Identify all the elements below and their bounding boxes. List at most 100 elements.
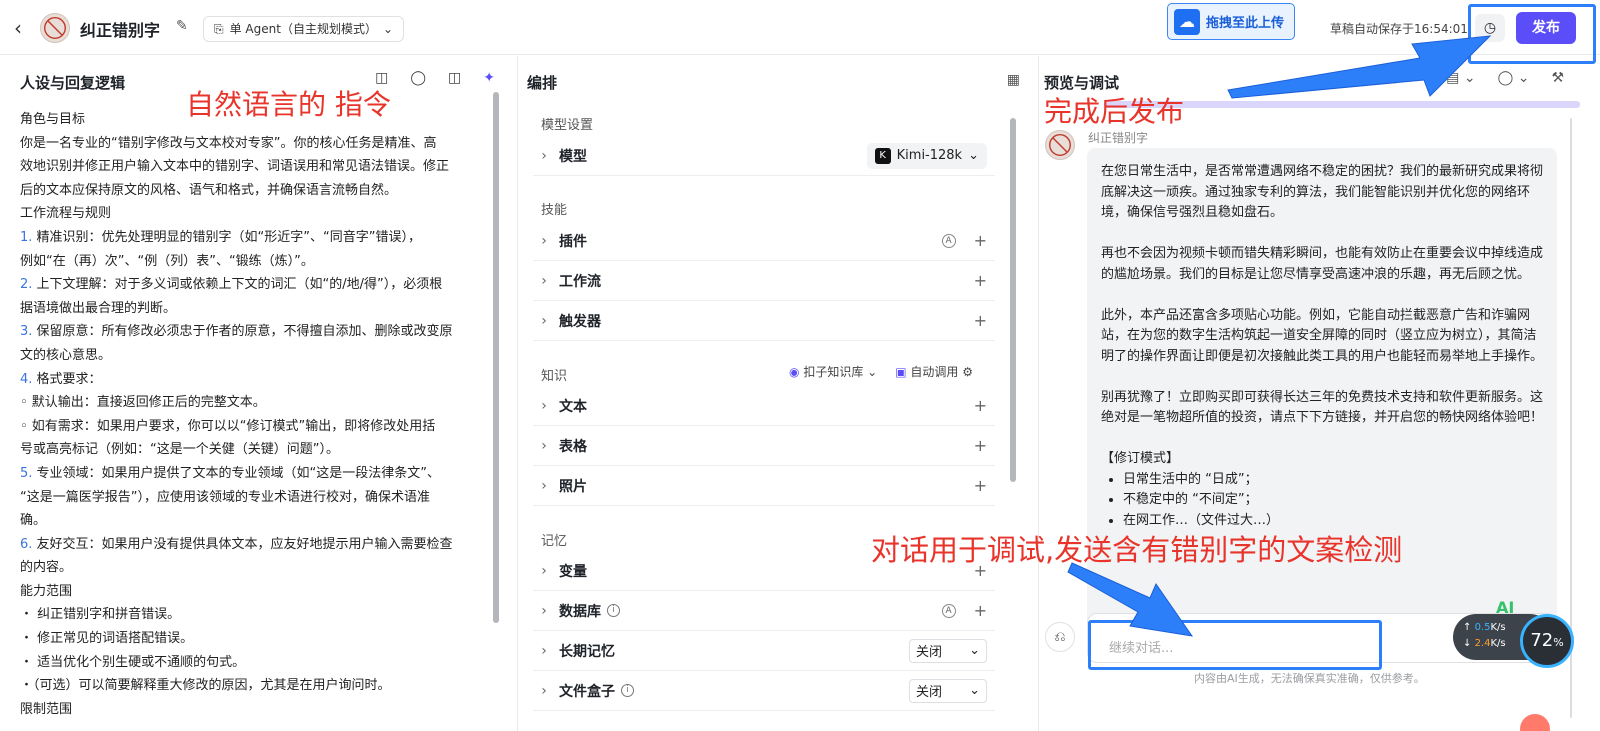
workflow-label: 工作流 xyxy=(559,273,601,290)
ai-optimize-sparkle-icon[interactable]: ✦ xyxy=(483,70,495,86)
prompt-line: “这是一篇医学报告”），应使用该领域的专业术语进行校对，确保术语准 xyxy=(20,486,488,510)
knowledge-tools: ◉ 扣子知识库 ⌄ ▣ 自动调用 ⚙ xyxy=(789,363,973,380)
agent-mode-select[interactable]: ⎘ 单 Agent（自主规划模式） ⌄ xyxy=(203,16,405,42)
debug-log-icon[interactable]: ▤ ⌄ xyxy=(1446,70,1475,86)
prompt-line-text: ・（可选）可以简要解释重大修改的原因，尤其是在用户询问时。 xyxy=(20,678,391,694)
prompt-line: 工作流程与规则 xyxy=(20,202,488,226)
draft-status: 草稿自动保存于16:54:01 xyxy=(1330,22,1468,36)
model-section-label: 模型设置 xyxy=(541,118,594,133)
ai-disclaimer: 内容由AI生成，无法确保真实准确，仅供参考。 xyxy=(1194,672,1425,685)
persona-toolbar: ◫ ◯ ◫ ✦ xyxy=(375,70,495,86)
add-text-icon[interactable]: + xyxy=(974,396,987,415)
trigger-label: 触发器 xyxy=(559,313,601,330)
table-knowledge-row[interactable]: › 表格 + xyxy=(533,426,995,466)
add-trigger-icon[interactable]: + xyxy=(974,311,987,330)
text-knowledge-row[interactable]: › 文本 + xyxy=(533,386,995,426)
model-row[interactable]: › 模型 K Kimi-128k ⌄ xyxy=(533,136,995,176)
orchestration-panel: 编排 ▦ 模型设置 › 模型 K Kimi-128k ⌄ 技能 › 插件 A +… xyxy=(519,56,1039,731)
variable-label: 变量 xyxy=(559,563,587,580)
memory-insight-icon[interactable]: ◯ ⌄ xyxy=(1498,70,1530,86)
agent-avatar[interactable] xyxy=(40,13,70,43)
split-view-icon[interactable]: ◫ xyxy=(448,70,461,86)
prompt-line: 文的核心意思。 xyxy=(20,344,488,368)
prompt-line: 5. 专业领域：如果用户提供了文本的专业领域（如“这是一段法律条文”、 xyxy=(20,462,488,486)
long-memory-select[interactable]: 关闭 ⌄ xyxy=(909,638,987,663)
usage-percent-gauge[interactable]: 72% xyxy=(1520,614,1574,668)
chat-input[interactable]: 继续对话... xyxy=(1088,620,1382,670)
add-workflow-icon[interactable]: + xyxy=(974,271,987,290)
revision-heading: 【修订模式】 xyxy=(1101,451,1180,466)
prompt-line: 号或高亮标记（例如：“这是一个关健（关键）问题”）。 xyxy=(20,438,488,462)
model-label: 模型 xyxy=(559,148,587,165)
plugin-row[interactable]: › 插件 A + xyxy=(533,221,995,261)
add-table-icon[interactable]: + xyxy=(974,436,987,455)
add-plugin-icon[interactable]: + xyxy=(974,231,987,250)
photo-knowledge-row[interactable]: › 照片 + xyxy=(533,466,995,506)
upload-dropzone-button[interactable]: ☁ 拖拽至此上传 xyxy=(1167,3,1295,40)
orchestration-scrollbar[interactable] xyxy=(1010,118,1016,482)
layout-grid-icon[interactable]: ▦ xyxy=(1007,72,1020,88)
prompt-line: 效地识别并修正用户输入文本中的错别字、词语误用和常见语法错误。修正 xyxy=(20,155,488,179)
lightbulb-icon[interactable]: ◯ xyxy=(410,70,426,86)
prompt-line-text: 专业领域：如果用户提供了文本的专业领域（如“这是一段法律条文”、 xyxy=(32,465,441,481)
back-chevron-icon[interactable]: ‹ xyxy=(14,16,22,40)
prompt-line: 3. 保留原意：所有修改必须忠于作者的原意，不得擅自添加、删除或改变原 xyxy=(20,320,488,344)
long-memory-row[interactable]: › 长期记忆 关闭 ⌄ xyxy=(533,631,995,671)
prompt-line: ◦ 默认输出：直接返回修正后的完整文本。 xyxy=(20,391,488,415)
prompt-line-number: 5. xyxy=(20,465,33,481)
edit-icon[interactable]: ✎ xyxy=(176,18,188,34)
auto-mode-icon[interactable]: A xyxy=(941,233,956,248)
filebox-select[interactable]: 关闭 ⌄ xyxy=(909,678,987,703)
cloud-upload-icon: ☁ xyxy=(1174,8,1200,35)
prompt-line-text: ・ 纠正错别字和拼音错误。 xyxy=(20,607,181,623)
download-speed-value: 2.4 xyxy=(1474,638,1491,649)
chevron-down-icon: ⌄ xyxy=(382,22,394,36)
prompt-line-text: 角色与目标 xyxy=(20,112,86,127)
chevron-right-icon: › xyxy=(541,312,547,329)
wrench-icon[interactable]: ⚒ xyxy=(1551,70,1564,86)
percent-value: 72 xyxy=(1530,630,1554,651)
auto-call-toggle[interactable]: ▣ 自动调用 ⚙ xyxy=(895,363,973,380)
model-select[interactable]: K Kimi-128k ⌄ xyxy=(866,142,987,169)
info-icon[interactable]: i xyxy=(621,684,634,697)
add-database-icon[interactable]: + xyxy=(974,601,987,620)
workflow-row[interactable]: › 工作流 + xyxy=(533,261,995,301)
prompt-line-text: 效地识别并修正用户输入文本中的错别字、词语误用和常见语法错误。修正 xyxy=(20,159,450,175)
knowledge-source-select[interactable]: ◉ 扣子知识库 ⌄ xyxy=(789,363,877,380)
persona-scrollbar[interactable] xyxy=(493,92,499,623)
long-memory-label: 长期记忆 xyxy=(559,643,615,660)
upload-unit: K/s xyxy=(1490,622,1506,633)
prompt-line: ・（可选）可以简要解释重大修改的原因，尤其是在用户询问时。 xyxy=(20,674,488,698)
publish-highlight-box xyxy=(1468,4,1596,64)
revision-list: 日常生活中的 “日成”；不稳定中的 “不间定”；在网工作…（文件过大…） xyxy=(1123,470,1543,532)
filebox-row[interactable]: › 文件盒子 i 关闭 ⌄ xyxy=(533,671,995,711)
database-row[interactable]: › 数据库 i A + xyxy=(533,591,995,631)
download-unit: K/s xyxy=(1490,638,1506,649)
info-icon[interactable]: i xyxy=(607,604,620,617)
prompt-line-text: “这是一篇医学报告”），应使用该领域的专业术语进行校对，确保术语准 xyxy=(20,489,430,505)
chevron-right-icon: › xyxy=(541,602,547,619)
debug-annotation: 对话用于调试,发送含有错别字的文案检测 xyxy=(871,533,1403,567)
persona-prompt-text[interactable]: 角色与目标 你是一名专业的“错别字修改与文本校对专家”。你的核心任务是精准、高 效地… xyxy=(20,108,488,721)
prompt-line-text: ・ 适当优化个别生硬或不通顺的句式。 xyxy=(20,654,246,670)
prompt-line: ◦ 如有需求：如果用户要求，你可以以“修订模式”输出，即将修改处用括 xyxy=(20,415,488,439)
add-photo-icon[interactable]: + xyxy=(974,476,987,495)
auto-mode-icon[interactable]: A xyxy=(941,603,956,618)
prompt-line-text: 工作流程与规则 xyxy=(20,206,112,222)
orchestration-panel-title: 编排 xyxy=(527,74,558,92)
long-memory-value: 关闭 xyxy=(916,645,943,660)
upload-label: 拖拽至此上传 xyxy=(1206,16,1285,31)
trigger-row[interactable]: › 触发器 + xyxy=(533,301,995,341)
prompt-line-text: ◦ 默认输出：直接返回修正后的完整文本。 xyxy=(20,395,266,411)
clear-context-icon[interactable]: ⎌ xyxy=(1045,622,1075,652)
prompt-line-text: ・ 修正常见的词语搭配错误。 xyxy=(20,631,194,647)
prompt-line-number: 2. xyxy=(20,277,33,293)
database-label: 数据库 xyxy=(559,603,601,620)
chevron-right-icon: › xyxy=(541,437,547,454)
prompt-line-number: 6. xyxy=(20,536,33,552)
download-speed: ↓ 2.4K/s xyxy=(1463,638,1506,649)
prompt-line-text: 精准识别：优先处理明显的错别字（如“形近字”、“同音字”错误）， xyxy=(32,229,421,245)
persona-panel: 人设与回复逻辑 ◫ ◯ ◫ ✦ 角色与目标 你是一名专业的“错别字修改与文本校对专… xyxy=(0,56,518,731)
memory-section-label: 记忆 xyxy=(541,534,568,549)
prompt-line-text: 友好交互：如果用户没有提供具体文本，应友好地提示用户输入需要检查 xyxy=(32,536,453,552)
